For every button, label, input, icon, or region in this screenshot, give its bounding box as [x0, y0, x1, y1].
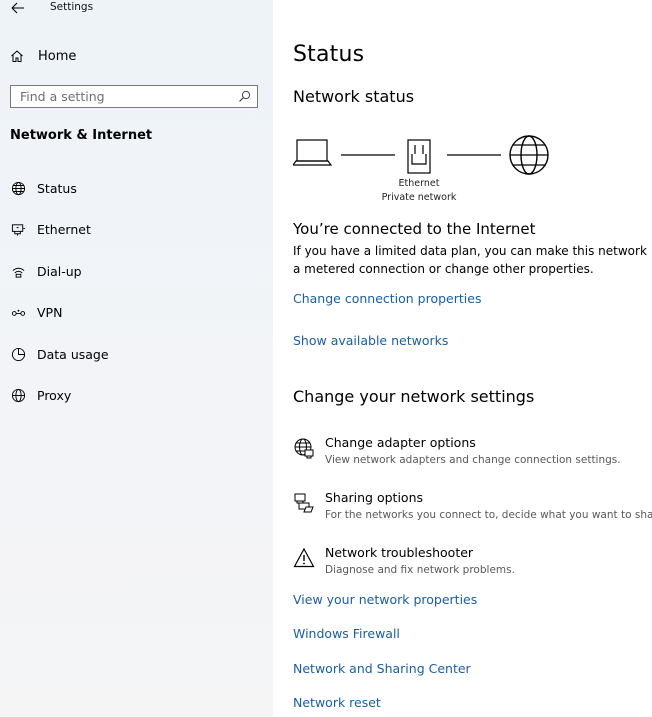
- data-usage-icon: [10, 346, 26, 362]
- setting-description: Diagnose and fix network problems.: [325, 564, 515, 576]
- ethernet-icon: [10, 221, 26, 237]
- sidebar-item-label: Ethernet: [37, 221, 91, 237]
- globe-icon: [10, 180, 26, 196]
- sharing-options[interactable]: Sharing options For the networks you con…: [293, 490, 652, 530]
- page-title: Status: [293, 42, 365, 67]
- back-arrow-icon: [11, 2, 24, 14]
- connected-title: You’re connected to the Internet: [293, 220, 536, 238]
- home-nav[interactable]: Home: [10, 46, 260, 66]
- search-box: [10, 85, 258, 108]
- sidebar-item-vpn[interactable]: VPN: [10, 301, 260, 323]
- sidebar-item-label: Proxy: [37, 387, 72, 403]
- back-button[interactable]: [9, 0, 27, 14]
- sidebar-item-data-usage[interactable]: Data usage: [10, 343, 260, 365]
- adapter-globe-icon: [293, 437, 315, 459]
- change-settings-heading: Change your network settings: [293, 387, 535, 406]
- sidebar-item-label: Data usage: [37, 346, 109, 362]
- ethernet-port-icon: [407, 139, 431, 174]
- sidebar-item-label: Dial-up: [37, 263, 82, 279]
- title-bar: Settings: [0, 0, 273, 16]
- warning-icon: [293, 547, 315, 569]
- sidebar: Settings Home Network & Internet Status …: [0, 0, 273, 717]
- view-network-properties-link[interactable]: View your network properties: [293, 592, 477, 607]
- connected-description: If you have a limited data plan, you can…: [293, 244, 647, 276]
- proxy-globe-icon: [10, 387, 26, 403]
- change-adapter-options[interactable]: Change adapter options View network adap…: [293, 435, 652, 475]
- network-sharing-center-link[interactable]: Network and Sharing Center: [293, 661, 471, 676]
- home-icon: [11, 50, 23, 62]
- main-content: Status Network status Ethernet Private n…: [273, 0, 652, 717]
- sharing-icon: [293, 492, 315, 514]
- sidebar-item-ethernet[interactable]: Ethernet: [10, 218, 260, 240]
- change-connection-properties-link[interactable]: Change connection properties: [293, 291, 481, 306]
- app-title: Settings: [50, 1, 94, 13]
- sidebar-item-dial-up[interactable]: Dial-up: [10, 260, 260, 282]
- search-icon[interactable]: [238, 90, 251, 103]
- network-status-heading: Network status: [293, 87, 415, 106]
- show-available-networks-link[interactable]: Show available networks: [293, 333, 448, 348]
- windows-firewall-link[interactable]: Windows Firewall: [293, 626, 400, 641]
- sidebar-item-status[interactable]: Status: [10, 177, 260, 199]
- network-troubleshooter[interactable]: Network troubleshooter Diagnose and fix …: [293, 545, 652, 585]
- vpn-icon: [10, 304, 26, 320]
- network-profile: Private network: [381, 192, 457, 203]
- adapter-name: Ethernet: [398, 178, 440, 189]
- setting-description: For the networks you connect to, decide …: [325, 509, 652, 521]
- setting-description: View network adapters and change connect…: [325, 454, 621, 466]
- search-input[interactable]: [11, 86, 231, 107]
- setting-title: Network troubleshooter: [325, 545, 474, 560]
- sidebar-item-label: Status: [37, 180, 77, 196]
- sidebar-item-proxy[interactable]: Proxy: [10, 384, 260, 406]
- network-diagram: Ethernet Private network: [291, 130, 553, 210]
- home-label: Home: [38, 48, 77, 64]
- dialup-icon: [10, 263, 26, 279]
- sidebar-item-label: VPN: [37, 304, 63, 320]
- network-diagram-graphic: [291, 135, 549, 175]
- setting-title: Sharing options: [325, 490, 423, 505]
- network-reset-link[interactable]: Network reset: [293, 695, 381, 710]
- internet-globe-icon: [509, 135, 549, 175]
- laptop-icon: [291, 139, 333, 166]
- setting-title: Change adapter options: [325, 435, 476, 450]
- section-heading: Network & Internet: [10, 128, 153, 143]
